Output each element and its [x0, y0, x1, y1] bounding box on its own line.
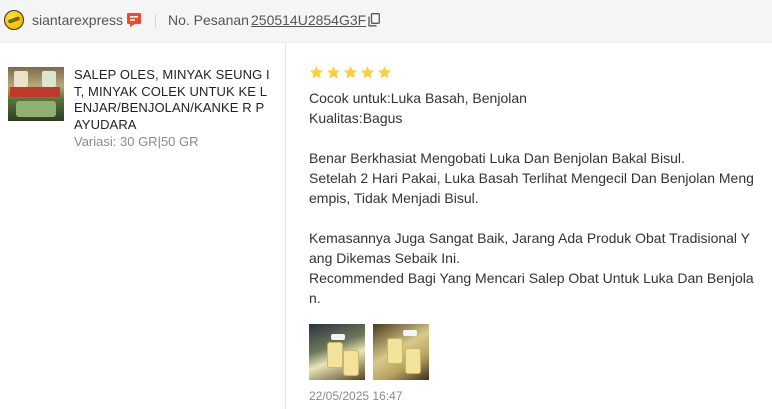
thumb-jar-left — [14, 71, 28, 87]
product-title[interactable]: SALEP OLES, MINYAK SEUNG IT, MINYAK COLE… — [74, 67, 270, 133]
photo-jar — [327, 342, 343, 368]
star-icon — [343, 65, 358, 79]
star-icon — [360, 65, 375, 79]
review-card: siantarexpress No. Pesanan 250514U2854G3… — [0, 0, 772, 409]
review-text: Benar Berkhasiat Mengobati Luka Dan Benj… — [309, 150, 754, 306]
photo-cap — [403, 330, 417, 336]
header-divider — [155, 14, 156, 28]
review-attribute-suitable-for: Cocok untuk:Luka Basah, Benjolan — [309, 90, 527, 106]
order-header: siantarexpress No. Pesanan 250514U2854G3… — [0, 0, 772, 43]
photo-cap — [331, 334, 345, 340]
thumb-label-band — [10, 87, 60, 97]
shop-name[interactable]: siantarexpress — [32, 12, 123, 28]
star-icon — [377, 65, 392, 79]
column-divider — [285, 42, 286, 409]
thumb-jar-right — [42, 71, 56, 87]
chat-icon[interactable] — [126, 12, 144, 28]
product-variant: Variasi: 30 GR|50 GR — [74, 134, 199, 149]
shop-logo[interactable] — [4, 10, 24, 30]
review-attribute-quality: Kualitas:Bagus — [309, 110, 403, 126]
photo-jar — [343, 350, 359, 376]
star-icon — [309, 65, 324, 79]
review-date: 22/05/2025 16:47 — [309, 389, 403, 403]
review-attributes: Cocok untuk:Luka Basah, Benjolan Kualita… — [309, 88, 527, 128]
copy-icon[interactable] — [368, 13, 380, 27]
thumb-product — [16, 101, 56, 117]
photo-jar — [387, 338, 403, 364]
rating-stars — [309, 65, 394, 81]
star-icon — [326, 65, 341, 79]
photo-jar — [405, 348, 421, 374]
order-number-label: No. Pesanan — [168, 12, 249, 28]
product-thumbnail[interactable] — [8, 67, 64, 121]
order-number-link[interactable]: 250514U2854G3F — [251, 12, 366, 28]
review-photo-2[interactable] — [373, 324, 429, 380]
review-photo-1[interactable] — [309, 324, 365, 380]
